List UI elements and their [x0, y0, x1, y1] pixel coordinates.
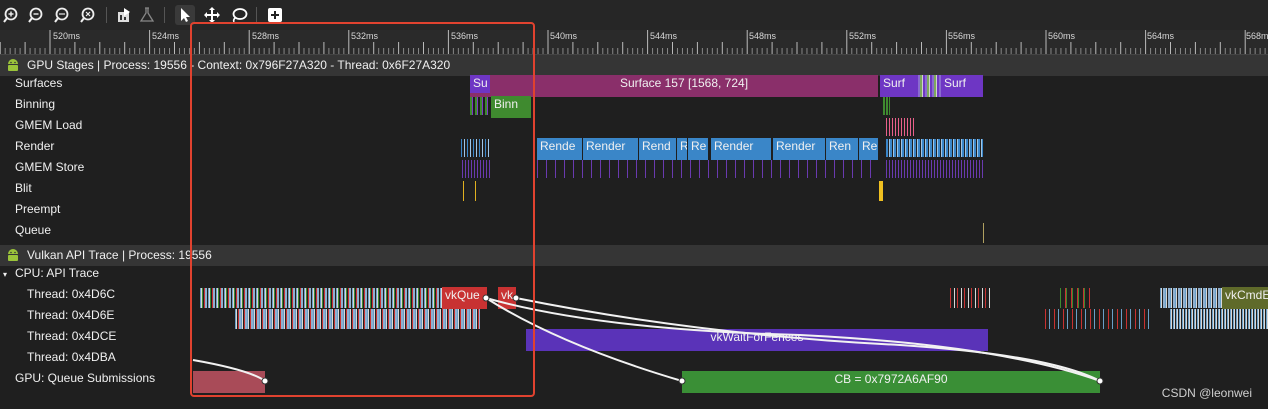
android-icon	[6, 58, 20, 77]
ruler-label: 564ms	[1147, 31, 1175, 41]
blit-mark	[475, 181, 476, 201]
ruler-label: 560ms	[1048, 31, 1076, 41]
gmem-store-stripes	[537, 160, 877, 178]
toolbar-separator	[256, 7, 257, 23]
add-track-icon[interactable]	[265, 5, 285, 25]
row-label-gpu-queue-submissions[interactable]: GPU: Queue Submissions	[15, 371, 155, 385]
vulkan-trace-header[interactable]: Vulkan API Trace | Process: 19556	[0, 245, 1268, 266]
row-label-thread[interactable]: Thread: 0x4DCE	[27, 329, 116, 343]
blit-mark	[463, 181, 464, 201]
api-call-stripes	[1060, 288, 1090, 308]
gmem-load-stripes	[886, 118, 916, 136]
row-label-thread[interactable]: Thread: 0x4DBA	[27, 350, 116, 364]
gpu-stages-title: GPU Stages | Process: 19556 - Context: 0…	[27, 58, 451, 72]
lasso-icon[interactable]	[229, 5, 249, 25]
vkcmd-bar[interactable]: vkCmdE	[1222, 287, 1268, 309]
vkqueue-submit-bar[interactable]: vkQue	[442, 287, 487, 309]
binning-stripes	[883, 97, 890, 115]
api-call-stripes	[1170, 309, 1268, 329]
ruler-label: 540ms	[550, 31, 578, 41]
surface-bar[interactable]: Su	[470, 75, 490, 93]
row-label-preempt[interactable]: Preempt	[15, 202, 60, 216]
queue-mark	[983, 223, 984, 243]
render-bar[interactable]: Re	[859, 138, 878, 160]
zoom-out-icon[interactable]	[26, 5, 46, 25]
ruler-label: 536ms	[451, 31, 479, 41]
render-bar[interactable]: Render	[711, 138, 771, 160]
row-label-binning[interactable]: Binning	[15, 97, 55, 111]
toolbar	[0, 0, 1268, 30]
vulkan-trace-title: Vulkan API Trace | Process: 19556	[27, 248, 212, 262]
android-icon	[6, 248, 20, 267]
vk-call-bar[interactable]: vk	[498, 287, 516, 309]
row-label-surfaces[interactable]: Surfaces	[15, 76, 62, 90]
zoom-fit-icon[interactable]	[52, 5, 72, 25]
gmem-store-stripes	[886, 160, 983, 178]
share-icon[interactable]	[114, 5, 134, 25]
render-bar[interactable]: Ren	[826, 138, 858, 160]
blit-mark	[879, 181, 883, 201]
toolbar-separator	[106, 7, 107, 23]
time-ruler[interactable]: 520ms 524ms 528ms 532ms 536ms 540ms 544m…	[0, 30, 1268, 55]
api-call-stripes	[235, 309, 480, 329]
row-label-gmem-store[interactable]: GMEM Store	[15, 160, 84, 174]
binning-stripes	[470, 97, 490, 115]
api-call-stripes	[1160, 288, 1222, 308]
row-label-blit[interactable]: Blit	[15, 181, 32, 195]
api-call-stripes	[1045, 309, 1150, 329]
surface-bar[interactable]: Surf	[880, 75, 918, 97]
ruler-label: 552ms	[849, 31, 877, 41]
render-bar[interactable]: Rende	[537, 138, 582, 160]
row-label-queue[interactable]: Queue	[15, 223, 51, 237]
gpu-stages-header[interactable]: GPU Stages | Process: 19556 - Context: 0…	[0, 55, 1268, 76]
select-pointer-icon[interactable]	[175, 5, 195, 25]
ruler-label: 548ms	[749, 31, 777, 41]
expand-chevron-icon[interactable]: ▾	[3, 266, 7, 280]
gmem-store-stripes	[462, 160, 490, 178]
surface-stripes	[918, 75, 941, 97]
ruler-label: 568ms	[1246, 31, 1268, 41]
pan-move-icon[interactable]	[202, 5, 222, 25]
ruler-label: 556ms	[948, 31, 976, 41]
row-label-gmem-load[interactable]: GMEM Load	[15, 118, 82, 132]
ruler-label: 524ms	[152, 31, 180, 41]
ruler-label: 520ms	[53, 31, 81, 41]
flask-icon[interactable]	[137, 5, 157, 25]
render-bar[interactable]: Re	[688, 138, 708, 160]
ruler-label: 544ms	[650, 31, 678, 41]
watermark: CSDN @leonwei	[1161, 386, 1252, 400]
render-stripes	[461, 139, 490, 157]
toolbar-separator	[164, 7, 165, 23]
render-bar[interactable]: R	[677, 138, 687, 160]
render-bar[interactable]: Rend	[639, 138, 676, 160]
cpu-api-trace-group[interactable]: CPU: API Trace	[15, 266, 99, 280]
api-call-stripes	[950, 288, 990, 308]
zoom-in-icon[interactable]	[1, 5, 21, 25]
vkwaitforfences-bar[interactable]: vkWaitForFences	[526, 329, 988, 351]
render-bar[interactable]: Render	[583, 138, 638, 160]
render-stripes	[886, 139, 983, 157]
surface-bar-main[interactable]: Surface 157 [1568, 724]	[490, 75, 878, 97]
ruler-ticks	[0, 30, 1266, 54]
command-buffer-bar[interactable]: CB = 0x7972A6AF90	[682, 371, 1100, 393]
surface-bar[interactable]: Surf	[941, 75, 983, 97]
queue-submission-bar[interactable]	[193, 371, 265, 393]
row-label-thread[interactable]: Thread: 0x4D6E	[27, 308, 114, 322]
ruler-label: 532ms	[351, 31, 379, 41]
binning-bar[interactable]: Binn	[491, 96, 531, 118]
render-bar[interactable]: Render	[773, 138, 825, 160]
api-call-stripes	[200, 288, 442, 308]
zoom-reset-icon[interactable]	[78, 5, 98, 25]
row-label-render[interactable]: Render	[15, 139, 54, 153]
row-label-thread[interactable]: Thread: 0x4D6C	[27, 287, 115, 301]
ruler-label: 528ms	[252, 31, 280, 41]
